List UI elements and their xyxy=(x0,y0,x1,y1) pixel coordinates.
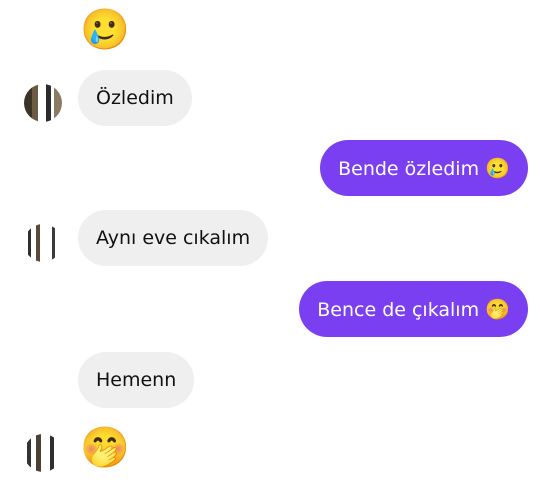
hand-over-mouth-emoji-icon: 🤭 xyxy=(485,297,510,321)
emoji-message-hand-over-mouth[interactable]: 🤭 xyxy=(80,424,130,474)
contact-avatar[interactable] xyxy=(24,434,62,472)
message-bubble-outgoing[interactable]: Bende özledim 🥲 xyxy=(320,140,528,196)
smiling-tear-emoji-icon: 🥲 xyxy=(485,156,510,180)
message-text: Özledim xyxy=(96,87,174,109)
message-bubble-incoming[interactable]: Hemenn xyxy=(78,352,195,408)
message-text: Aynı eve cıkalım xyxy=(96,227,251,249)
message-text: Bende özledim xyxy=(338,158,480,180)
contact-avatar[interactable] xyxy=(24,84,62,122)
message-text: Bence de çıkalım xyxy=(317,299,480,321)
contact-avatar[interactable] xyxy=(24,224,62,262)
message-bubble-incoming[interactable]: Aynı eve cıkalım xyxy=(78,210,269,266)
message-bubble-incoming[interactable]: Özledim xyxy=(78,70,192,126)
message-bubble-outgoing[interactable]: Bence de çıkalım 🤭 xyxy=(299,281,528,337)
message-text: Hemenn xyxy=(96,369,177,391)
emoji-message-smiling-tear[interactable]: 🥲 xyxy=(80,6,130,56)
